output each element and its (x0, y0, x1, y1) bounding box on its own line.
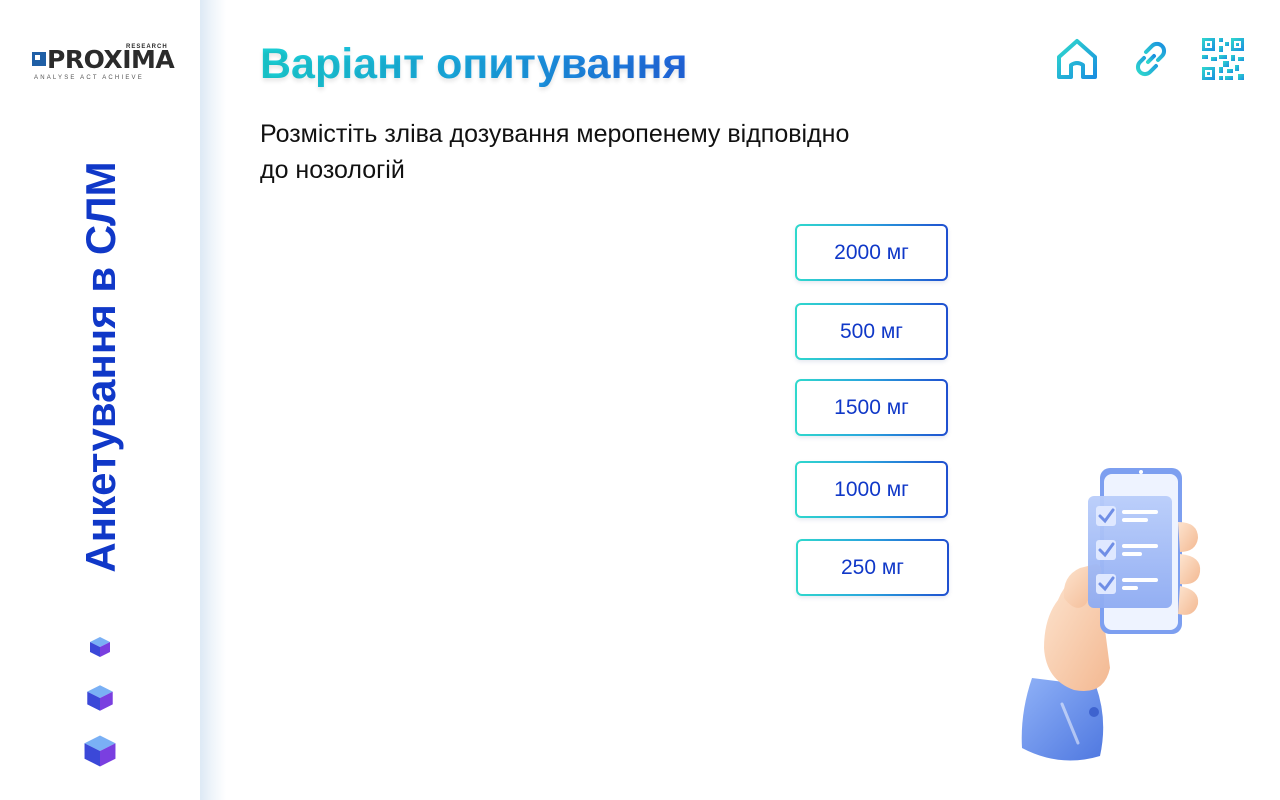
logo-subtext: RESEARCH (126, 44, 168, 50)
logo-tagline: ANALYSE ACT ACHIEVE (34, 75, 144, 81)
dosage-option-2000[interactable]: 2000 мг (795, 224, 948, 281)
dosage-option-1500[interactable]: 1500 мг (795, 379, 948, 436)
dosage-option-label: 500 мг (840, 319, 903, 343)
sidebar-title: Анкетування в СЛМ (77, 161, 124, 573)
cube-large-icon (84, 735, 116, 767)
sidebar: PROXIMA RESEARCH ANALYSE ACT ACHIEVE Анк… (0, 0, 200, 800)
dosage-option-label: 2000 мг (834, 240, 909, 264)
qr-code-icon[interactable] (1200, 36, 1246, 82)
logo-text: PROXIMA (47, 45, 175, 74)
logo-mark-icon (32, 52, 46, 66)
link-icon[interactable] (1128, 36, 1174, 82)
page-title: Варіант опитування (260, 36, 688, 92)
top-toolbar (1054, 36, 1254, 86)
cube-small-icon (90, 637, 110, 657)
dosage-option-1000[interactable]: 1000 мг (795, 461, 948, 518)
dosage-option-label: 250 мг (841, 555, 904, 579)
hand-phone-survey-illustration (1021, 468, 1201, 761)
home-icon[interactable] (1054, 36, 1100, 82)
dosage-option-250[interactable]: 250 мг (796, 539, 949, 596)
dosage-option-500[interactable]: 500 мг (795, 303, 948, 360)
proxima-logo: PROXIMA RESEARCH ANALYSE ACT ACHIEVE (32, 44, 175, 84)
dosage-option-label: 1000 мг (834, 477, 909, 501)
dosage-options: 2000 мг 500 мг 1500 мг 1000 мг 250 мг (795, 224, 949, 604)
sidebar-divider-shadow (200, 0, 226, 800)
cube-medium-icon (87, 685, 113, 711)
dosage-option-label: 1500 мг (834, 395, 909, 419)
question-instruction: Розмістіть зліва дозування меропенему ві… (260, 120, 850, 184)
